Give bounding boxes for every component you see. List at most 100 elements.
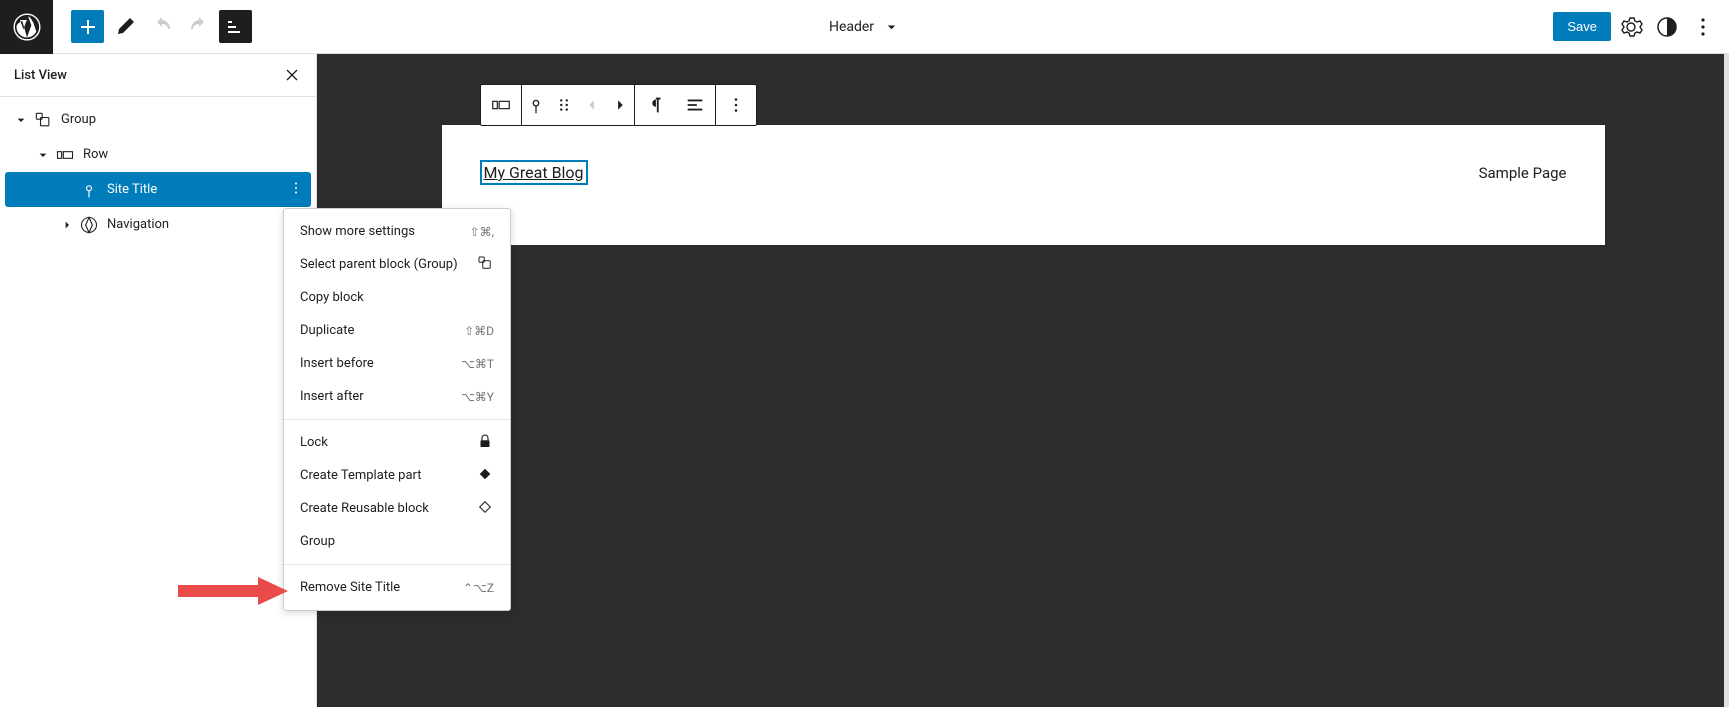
wordpress-icon — [13, 13, 41, 41]
chevron-down-icon — [35, 147, 51, 163]
select-parent-button[interactable] — [522, 85, 550, 125]
menu-shortcut: ⌥⌘T — [461, 357, 494, 371]
redo-icon — [187, 15, 211, 39]
reusable-block-icon — [476, 498, 494, 520]
menu-label: Remove Site Title — [300, 580, 400, 595]
tree-label: Group — [61, 112, 96, 127]
undo-icon — [150, 15, 174, 39]
template-name-label: Header — [829, 19, 874, 35]
row-block-icon — [490, 94, 512, 116]
pencil-icon — [113, 15, 137, 39]
tree-item-row[interactable]: Row — [5, 137, 311, 172]
menu-label: Duplicate — [300, 323, 354, 338]
menu-select-parent[interactable]: Select parent block (Group) — [284, 248, 510, 281]
tree-item-navigation[interactable]: Navigation — [5, 207, 311, 242]
top-toolbar: Header Save — [0, 0, 1729, 54]
align-button[interactable] — [675, 85, 715, 125]
list-view-panel: List View Group Row Site Title — [0, 54, 317, 707]
navigation-block-icon — [79, 215, 99, 235]
drag-handle[interactable] — [550, 85, 578, 125]
menu-shortcut: ⌃⌥Z — [463, 581, 494, 595]
template-part-icon — [476, 465, 494, 487]
tree-item-group[interactable]: Group — [5, 102, 311, 137]
chevron-right-icon — [609, 94, 631, 116]
chevron-down-icon — [13, 112, 29, 128]
menu-duplicate[interactable]: Duplicate ⇧⌘D — [284, 314, 510, 347]
group-block-icon — [33, 110, 53, 130]
menu-label: Insert before — [300, 356, 374, 371]
menu-shortcut: ⌥⌘Y — [461, 390, 494, 404]
save-button[interactable]: Save — [1553, 12, 1611, 41]
list-view-toggle-button[interactable] — [219, 10, 252, 43]
menu-label: Insert after — [300, 389, 364, 404]
nav-link-sample-page[interactable]: Sample Page — [1479, 164, 1567, 182]
menu-label: Group — [300, 534, 335, 549]
add-block-button[interactable] — [71, 10, 104, 43]
block-toolbar — [480, 84, 757, 126]
vertical-dots-icon — [725, 94, 747, 116]
plus-icon — [76, 15, 100, 39]
lock-icon — [476, 432, 494, 454]
menu-label: Create Reusable block — [300, 501, 429, 516]
menu-label: Select parent block (Group) — [300, 257, 458, 272]
list-view-icon — [224, 15, 248, 39]
menu-remove-block[interactable]: Remove Site Title ⌃⌥Z — [284, 571, 510, 604]
tree-item-site-title[interactable]: Site Title — [5, 172, 311, 207]
close-panel-button[interactable] — [282, 65, 302, 85]
vertical-dots-icon — [1691, 15, 1715, 39]
wordpress-logo-button[interactable] — [0, 0, 53, 54]
menu-label: Lock — [300, 435, 328, 450]
menu-shortcut: ⇧⌘, — [470, 225, 494, 239]
block-type-button[interactable] — [481, 85, 521, 125]
close-icon — [282, 65, 302, 85]
header-template-canvas[interactable]: My Great Blog Sample Page — [442, 125, 1605, 245]
site-title-icon — [525, 94, 547, 116]
more-options-button[interactable] — [1687, 11, 1719, 43]
site-title-block[interactable]: My Great Blog — [480, 160, 588, 185]
menu-create-template-part[interactable]: Create Template part — [284, 459, 510, 492]
chevron-down-icon — [882, 18, 900, 36]
align-left-icon — [684, 94, 706, 116]
menu-lock[interactable]: Lock — [284, 426, 510, 459]
site-title-text: My Great Blog — [484, 163, 584, 182]
menu-label: Create Template part — [300, 468, 422, 483]
move-left-button[interactable] — [578, 85, 606, 125]
paragraph-icon — [644, 94, 666, 116]
menu-insert-after[interactable]: Insert after ⌥⌘Y — [284, 380, 510, 413]
tree-label: Site Title — [107, 182, 157, 197]
scrollbar[interactable] — [1724, 54, 1729, 707]
group-icon — [476, 254, 494, 276]
tree-label: Navigation — [107, 217, 169, 232]
undo-button[interactable] — [145, 10, 178, 43]
block-options-menu: Show more settings ⇧⌘, Select parent blo… — [283, 208, 511, 611]
tree-item-options-button[interactable] — [287, 179, 305, 201]
drag-icon — [553, 94, 575, 116]
menu-label: Copy block — [300, 290, 364, 305]
edit-tool-button[interactable] — [108, 10, 141, 43]
chevron-right-icon — [59, 217, 75, 233]
block-more-button[interactable] — [716, 85, 756, 125]
site-title-icon — [79, 180, 99, 200]
template-selector[interactable]: Header — [829, 18, 900, 36]
gear-icon — [1619, 15, 1643, 39]
panel-title: List View — [14, 68, 67, 83]
menu-group[interactable]: Group — [284, 525, 510, 558]
menu-copy-block[interactable]: Copy block — [284, 281, 510, 314]
menu-show-more-settings[interactable]: Show more settings ⇧⌘, — [284, 215, 510, 248]
redo-button[interactable] — [182, 10, 215, 43]
menu-shortcut: ⇧⌘D — [464, 324, 494, 338]
move-right-button[interactable] — [606, 85, 634, 125]
vertical-dots-icon — [287, 179, 305, 197]
row-block-icon — [55, 145, 75, 165]
menu-label: Show more settings — [300, 224, 415, 239]
menu-insert-before[interactable]: Insert before ⌥⌘T — [284, 347, 510, 380]
settings-button[interactable] — [1615, 11, 1647, 43]
heading-level-button[interactable] — [635, 85, 675, 125]
annotation-arrow — [178, 577, 288, 605]
styles-button[interactable] — [1651, 11, 1683, 43]
menu-create-reusable[interactable]: Create Reusable block — [284, 492, 510, 525]
editor-canvas-area: My Great Blog Sample Page — [317, 54, 1729, 707]
contrast-icon — [1655, 15, 1679, 39]
tree-label: Row — [83, 147, 108, 162]
chevron-left-icon — [581, 94, 603, 116]
